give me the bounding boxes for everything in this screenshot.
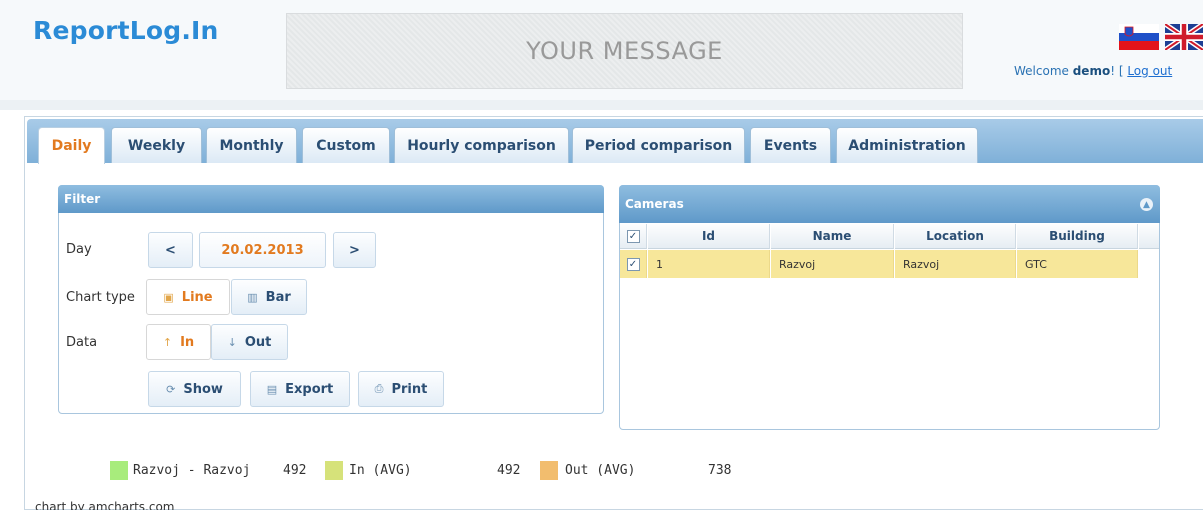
refresh-icon: ⟳: [166, 382, 176, 396]
tab-events[interactable]: Events: [750, 127, 831, 163]
cell-building[interactable]: GTC: [1017, 250, 1138, 278]
bar-chart-icon: ▥: [247, 290, 258, 304]
message-banner: YOUR MESSAGE: [286, 13, 963, 89]
cell-id[interactable]: 1: [648, 250, 770, 278]
chart-type-label: Chart type: [66, 290, 135, 305]
next-day-button[interactable]: >: [333, 232, 376, 268]
arrow-down-icon: ↓: [227, 335, 237, 349]
legend-swatch-out: [540, 461, 558, 480]
legend-swatch-in: [325, 461, 343, 480]
out-button[interactable]: ↓ Out: [211, 324, 288, 360]
tab-custom[interactable]: Custom: [302, 127, 390, 163]
app-logo[interactable]: ReportLog.In: [33, 16, 219, 45]
out-label: Out: [244, 334, 272, 350]
message-text: YOUR MESSAGE: [526, 37, 723, 65]
tab-weekly[interactable]: Weekly: [111, 127, 202, 163]
print-button[interactable]: ⎙ Print: [358, 371, 444, 407]
prev-day-button[interactable]: <: [148, 232, 193, 268]
select-all-header[interactable]: ✓: [620, 224, 647, 249]
bar-label: Bar: [265, 289, 291, 305]
uk-flag-icon[interactable]: [1165, 24, 1203, 50]
tab-hourly-comparison[interactable]: Hourly comparison: [394, 127, 569, 163]
save-icon: ▤: [266, 382, 278, 396]
col-location[interactable]: Location: [895, 224, 1016, 249]
in-label: In: [180, 334, 195, 350]
arrow-up-icon: ↑: [162, 335, 173, 349]
bar-chart-button[interactable]: ▥ Bar: [231, 279, 307, 315]
cell-name[interactable]: Razvoj: [771, 250, 894, 278]
logout-link[interactable]: Log out: [1127, 64, 1172, 78]
header: ReportLog.In YOUR MESSAGE Welcome demo! …: [0, 0, 1203, 100]
header-separator: [0, 100, 1203, 110]
col-id[interactable]: Id: [648, 224, 770, 249]
col-building[interactable]: Building: [1017, 224, 1138, 249]
cell-location[interactable]: Razvoj: [895, 250, 1016, 278]
legend-value-in: 492: [497, 463, 521, 478]
slovenia-flag-icon[interactable]: [1119, 24, 1159, 50]
print-icon: ⎙: [374, 382, 384, 395]
col-name[interactable]: Name: [771, 224, 894, 249]
username: demo: [1072, 64, 1111, 78]
day-label: Day: [66, 242, 92, 257]
export-button[interactable]: ▤ Export: [250, 371, 350, 407]
legend-label-razvoj: Razvoj - Razvoj: [133, 463, 251, 478]
tab-daily[interactable]: Daily: [38, 127, 105, 164]
tab-administration[interactable]: Administration: [836, 127, 978, 163]
legend-swatch-razvoj: [110, 461, 128, 480]
line-chart-button[interactable]: ▣ Line: [146, 279, 230, 315]
data-label: Data: [66, 335, 98, 350]
in-button[interactable]: ↑ In: [146, 324, 211, 360]
welcome-prefix: Welcome: [1014, 64, 1073, 78]
export-label: Export: [285, 381, 334, 397]
cameras-header: Cameras: [619, 185, 1160, 223]
show-label: Show: [183, 381, 223, 397]
welcome-mid: ! [: [1110, 64, 1128, 78]
filter-header: Filter: [58, 185, 604, 213]
row-checkbox-cell[interactable]: ✓: [620, 250, 647, 278]
show-button[interactable]: ⟳ Show: [148, 371, 241, 407]
legend-label-out: Out (AVG): [565, 463, 636, 478]
tab-monthly[interactable]: Monthly: [206, 127, 297, 163]
date-input[interactable]: 20.02.2013: [199, 232, 326, 268]
row-checkbox[interactable]: ✓: [626, 257, 640, 271]
legend-value-razvoj: 492: [283, 463, 307, 478]
chart-credit[interactable]: chart by amcharts.com: [35, 500, 174, 510]
select-all-checkbox[interactable]: ✓: [626, 229, 640, 243]
legend-label-in: In (AVG): [349, 463, 412, 478]
collapse-icon[interactable]: ▲: [1140, 198, 1153, 211]
line-chart-icon: ▣: [163, 290, 174, 304]
print-label: Print: [391, 381, 428, 397]
welcome-text: Welcome demo! [ Log out: [1014, 64, 1172, 78]
legend-value-out: 738: [708, 463, 732, 478]
col-spacer: [1139, 224, 1159, 249]
tab-period-comparison[interactable]: Period comparison: [572, 127, 745, 163]
line-label: Line: [181, 289, 213, 305]
cameras-title: Cameras: [625, 197, 684, 211]
